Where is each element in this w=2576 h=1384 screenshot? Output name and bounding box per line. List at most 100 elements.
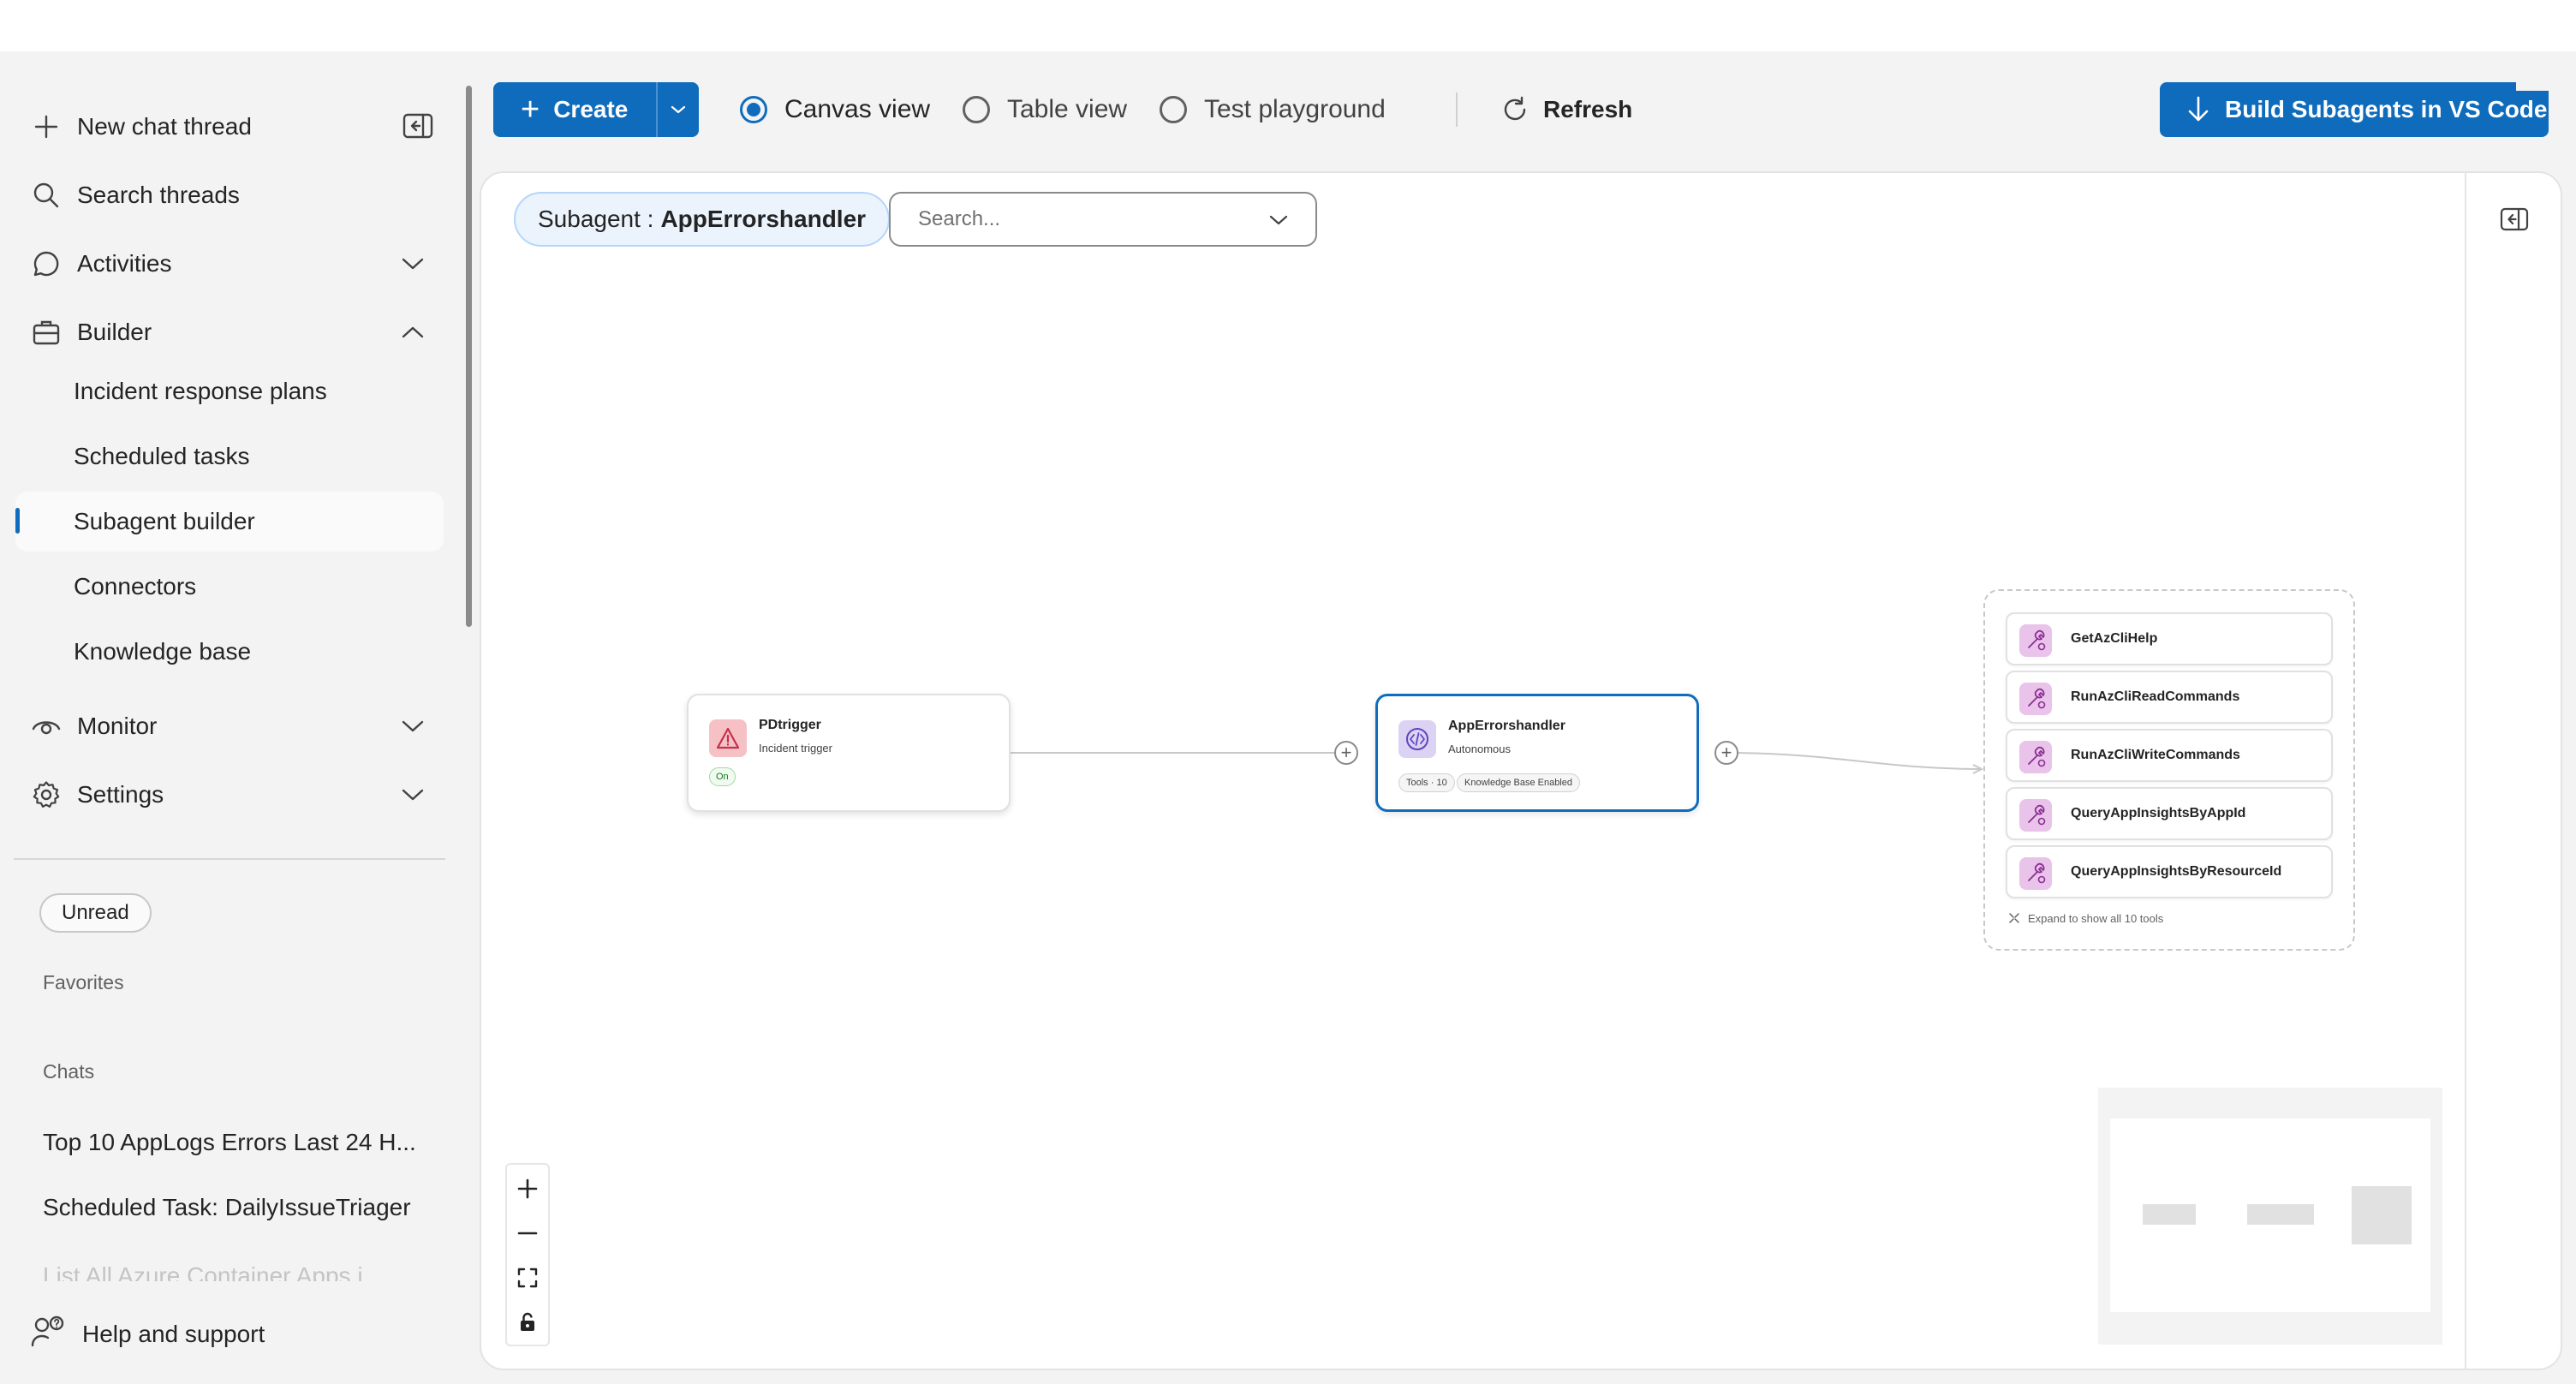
monitor-label: Monitor xyxy=(77,713,158,739)
help-and-support[interactable]: Help and support xyxy=(31,1314,265,1355)
tool-node[interactable]: QueryAppInsightsByResourceId xyxy=(2006,845,2333,898)
chevron-down-icon xyxy=(396,709,430,743)
build-subagents-label: Build Subagents in VS Code xyxy=(2225,96,2548,122)
canvas-search-dropdown[interactable]: Search... xyxy=(889,192,1317,247)
warning-icon xyxy=(709,719,747,757)
minimap-trigger-node xyxy=(2143,1204,2196,1225)
chevron-down-icon xyxy=(671,105,686,114)
tool-node[interactable]: RunAzCliWriteCommands xyxy=(2006,729,2333,782)
side-panel-icon xyxy=(2500,207,2529,231)
tool-icon xyxy=(2019,741,2052,773)
create-label: Create xyxy=(553,96,629,122)
fit-view-button[interactable] xyxy=(507,1256,548,1300)
tool-node[interactable]: GetAzCliHelp xyxy=(2006,612,2333,665)
chat-item[interactable]: Scheduled Task: DailyIssueTriager xyxy=(43,1194,420,1221)
sidebar-item-incident-response-plans[interactable]: Incident response plans xyxy=(15,361,444,421)
add-node-port[interactable]: + xyxy=(1714,741,1738,765)
refresh-button[interactable]: Refresh xyxy=(1500,91,1632,128)
sidebar-divider xyxy=(14,858,445,860)
agent-node[interactable]: AppErrorshandler Autonomous Tools · 10 K… xyxy=(1375,694,1699,812)
window-edge xyxy=(2516,74,2576,91)
nav-settings[interactable]: Settings xyxy=(0,767,445,822)
minus-icon xyxy=(517,1232,538,1235)
collapse-sidebar-button[interactable] xyxy=(399,109,437,143)
nav-monitor[interactable]: Monitor xyxy=(0,699,445,754)
active-indicator xyxy=(15,508,20,534)
sidebar-item-label: Subagent builder xyxy=(74,508,255,534)
zoom-in-button[interactable] xyxy=(507,1166,548,1211)
search-icon xyxy=(29,178,63,212)
download-arrow-icon xyxy=(2188,96,2209,122)
add-node-port[interactable]: + xyxy=(1334,741,1358,765)
lock-canvas-button[interactable] xyxy=(507,1300,548,1345)
fit-view-icon xyxy=(517,1268,538,1288)
code-icon xyxy=(1398,720,1436,758)
sidebar-item-scheduled-tasks[interactable]: Scheduled tasks xyxy=(15,427,444,486)
tool-node[interactable]: RunAzCliReadCommands xyxy=(2006,671,2333,724)
unread-filter-button[interactable]: Unread xyxy=(39,893,152,933)
sidebar-item-label: Scheduled tasks xyxy=(74,443,250,469)
eye-icon xyxy=(29,709,63,743)
sidebar-item-knowledge-base[interactable]: Knowledge base xyxy=(15,622,444,682)
new-chat-label: New chat thread xyxy=(77,113,252,140)
sidebar-item-label: Incident response plans xyxy=(74,378,327,404)
search-threads[interactable]: Search threads xyxy=(0,168,445,223)
new-chat-thread[interactable]: New chat thread xyxy=(0,99,445,154)
build-subagents-vscode-button[interactable]: Build Subagents in VS Code xyxy=(2160,82,2549,137)
settings-label: Settings xyxy=(77,781,164,808)
search-placeholder: Search... xyxy=(918,207,1001,230)
sidebar-item-subagent-builder[interactable]: Subagent builder xyxy=(15,492,444,552)
tool-name: RunAzCliWriteCommands xyxy=(2071,748,2240,762)
test-playground-radio[interactable]: Test playground xyxy=(1160,91,1386,128)
tool-name: RunAzCliReadCommands xyxy=(2071,689,2240,704)
trigger-node[interactable]: PDtrigger Incident trigger On xyxy=(687,694,1011,812)
knowledge-base-tag: Knowledge Base Enabled xyxy=(1457,773,1580,792)
status-badge: On xyxy=(709,767,736,786)
radio-icon xyxy=(963,96,990,123)
canvas-view-radio[interactable]: Canvas view xyxy=(740,91,930,128)
tool-name: GetAzCliHelp xyxy=(2071,631,2158,646)
refresh-label: Refresh xyxy=(1543,96,1633,122)
chat-item[interactable]: Top 10 AppLogs Errors Last 24 H... xyxy=(43,1129,420,1156)
toggle-side-panel-button[interactable] xyxy=(2496,202,2533,236)
tool-node[interactable]: QueryAppInsightsByAppId xyxy=(2006,787,2333,840)
window-top-strip xyxy=(0,0,2576,51)
zoom-out-button[interactable] xyxy=(507,1211,548,1256)
plus-icon xyxy=(517,1178,538,1199)
help-people-icon xyxy=(31,1315,67,1355)
toolbar-divider xyxy=(1456,92,1458,127)
help-label: Help and support xyxy=(82,1321,265,1347)
refresh-icon xyxy=(1504,96,1526,121)
expand-tools-link[interactable]: Expand to show all 10 tools xyxy=(2007,911,2163,925)
table-view-radio[interactable]: Table view xyxy=(963,91,1127,128)
agent-node-title: AppErrorshandler xyxy=(1448,719,1565,733)
expand-tools-label: Expand to show all 10 tools xyxy=(2028,911,2164,925)
plus-icon: + xyxy=(521,92,540,128)
sidebar-scrollbar[interactable] xyxy=(466,86,472,627)
chevron-down-icon xyxy=(396,247,430,281)
create-button[interactable]: + Create xyxy=(493,82,699,137)
create-main-button[interactable]: + Create xyxy=(493,82,656,137)
minimap-tools-node xyxy=(2352,1186,2412,1244)
trigger-node-subtitle: Incident trigger xyxy=(759,742,832,755)
create-dropdown-button[interactable] xyxy=(658,82,699,137)
sidebar-item-label: Knowledge base xyxy=(74,638,252,665)
canvas-side-divider xyxy=(2465,171,2466,1370)
chevron-down-icon xyxy=(1266,207,1291,233)
tool-name: QueryAppInsightsByAppId xyxy=(2071,806,2246,820)
tool-icon xyxy=(2019,624,2052,657)
canvas-view-label: Canvas view xyxy=(784,95,931,123)
sidebar-item-connectors[interactable]: Connectors xyxy=(15,557,444,617)
zoom-controls xyxy=(505,1163,550,1346)
lock-icon xyxy=(521,1312,534,1331)
chevron-down-icon xyxy=(396,778,430,812)
chat-item[interactable]: List All Azure Container Apps i... xyxy=(43,1262,420,1281)
nav-activities[interactable]: Activities xyxy=(0,236,445,291)
tools-count-tag: Tools · 10 xyxy=(1398,773,1455,792)
gear-icon xyxy=(29,778,63,812)
tool-icon xyxy=(2019,799,2052,832)
nav-builder[interactable]: Builder xyxy=(0,305,445,360)
subagent-selector-pill[interactable]: Subagent : AppErrorshandler xyxy=(514,192,891,247)
briefcase-icon xyxy=(29,315,63,349)
table-view-label: Table view xyxy=(1007,95,1128,123)
